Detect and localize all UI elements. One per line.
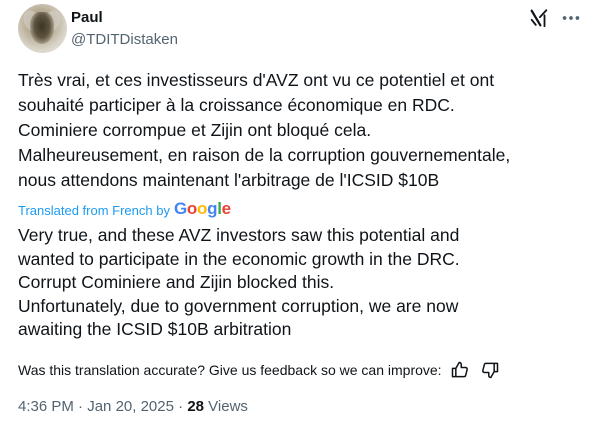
post-meta: 4:36 PM · Jan 20, 2025 · 28 Views	[18, 398, 248, 415]
post-time[interactable]: 4:36 PM	[18, 398, 74, 415]
views-label: Views	[208, 398, 248, 415]
thumbs-down-icon[interactable]	[480, 360, 500, 380]
grok-icon[interactable]	[528, 7, 550, 29]
translation-attribution[interactable]: Translated from French by Google	[18, 199, 231, 220]
views-count: 28	[187, 398, 204, 415]
thumbs-up-icon[interactable]	[450, 360, 470, 380]
post-original-text: Très vrai, et ces investisseurs d'AVZ on…	[18, 70, 511, 190]
avatar-fly-body	[30, 12, 54, 44]
translation-feedback: Was this translation accurate? Give us f…	[18, 360, 500, 380]
meta-separator: ·	[78, 398, 84, 415]
author-handle[interactable]: @TDITDistaken	[71, 31, 178, 48]
feedback-question: Was this translation accurate? Give us f…	[18, 362, 442, 378]
avatar[interactable]	[18, 4, 67, 53]
post-date[interactable]: Jan 20, 2025	[87, 398, 174, 415]
author-name[interactable]: Paul	[71, 9, 103, 26]
meta-separator-2: ·	[178, 398, 184, 415]
post-translated-text: Very true, and these AVZ investors saw t…	[18, 225, 460, 339]
google-logo: Google	[173, 199, 231, 218]
translated-from-label[interactable]: Translated from French by	[18, 203, 170, 218]
more-icon[interactable]	[560, 7, 582, 29]
